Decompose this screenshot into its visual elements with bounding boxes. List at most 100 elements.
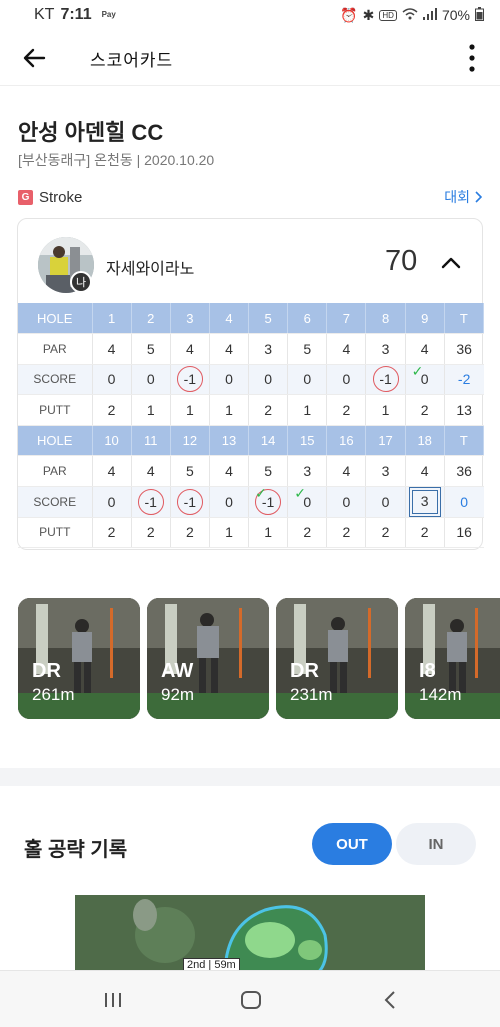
score-total-cell: 0	[444, 486, 484, 518]
battery-level: 70%	[441, 7, 470, 23]
hole-label: HOLE	[18, 425, 93, 457]
tournament-link-label: 대회	[444, 189, 470, 205]
recent-apps-button[interactable]	[100, 987, 126, 1013]
hole-cell: 8	[365, 303, 406, 335]
score-cell: 0	[131, 364, 171, 396]
putt-cell: 2	[248, 394, 289, 426]
hole-cell: 17	[365, 425, 406, 457]
putt-cell: 1	[365, 394, 406, 426]
score-cell: 0	[92, 364, 132, 396]
signal-icon	[422, 7, 437, 23]
score-total-cell: -2	[444, 364, 484, 396]
battery-icon	[475, 6, 484, 24]
score-cell: 0	[248, 364, 289, 396]
more-options-button[interactable]	[466, 42, 478, 74]
tab-out[interactable]: OUT	[312, 823, 392, 865]
mode-row: G Stroke 대회	[18, 186, 482, 208]
birdie-circle: -1	[372, 366, 399, 393]
home-button[interactable]	[238, 987, 264, 1013]
putt-cell: 1	[209, 394, 250, 426]
score-cell: 0	[365, 486, 406, 518]
check-icon: ✓	[411, 362, 424, 379]
back-score-row: SCORE 0 -1 -1 0 ✓ -1 ✓ 0 0 0 3 0	[18, 485, 484, 518]
shot-distance: 142m	[419, 685, 462, 704]
status-bar: KT 7:11 Pay ⏰ ✱ HD 70%	[0, 0, 500, 30]
shot-card[interactable]: DR 261m	[18, 598, 140, 719]
score-cell: 0	[209, 486, 250, 518]
hole-label: HOLE	[18, 303, 93, 335]
shot-card[interactable]: AW 92m	[147, 598, 269, 719]
hole-cell: 12	[170, 425, 210, 457]
course-map-image	[75, 895, 425, 975]
putt-cell: 1	[287, 394, 328, 426]
score-cell: 3	[405, 486, 445, 518]
score-label: SCORE	[18, 486, 93, 518]
player-name: 자세와이라노	[106, 261, 195, 278]
hole-cell: 13	[209, 425, 250, 457]
putt-label: PUTT	[18, 517, 93, 549]
par-cell: 4	[209, 333, 250, 365]
front-par-row: PAR 4 5 4 4 3 5 4 3 4 36	[18, 333, 484, 365]
alarm-icon: ⏰	[340, 6, 358, 23]
hole-cell: 2	[131, 303, 171, 335]
par-cell: 5	[248, 455, 289, 488]
par-cell: 36	[444, 333, 484, 365]
score-cell: 0	[326, 486, 367, 518]
bluetooth-icon: ✱	[362, 6, 375, 23]
total-score: 70	[385, 245, 418, 277]
score-cell: -1	[131, 486, 171, 518]
par-cell: 3	[365, 455, 406, 488]
score-cell: ✓ 0	[287, 485, 328, 518]
club-name: DR	[32, 660, 61, 682]
shot-distance: 261m	[32, 685, 75, 704]
recents-icon	[105, 993, 121, 1007]
putt-cell: 2	[92, 517, 132, 549]
par-cell: 4	[326, 455, 367, 488]
back-hole-row: HOLE 10 11 12 13 14 15 16 17 18 T	[18, 425, 485, 457]
score-cell: 0	[209, 364, 250, 396]
hole-cell: 15	[287, 425, 328, 457]
page-title: 스코어카드	[90, 51, 174, 70]
shot-carousel[interactable]: DR 261m AW 92m DR 231m I8 142m	[18, 598, 500, 720]
par-cell: 4	[170, 333, 210, 365]
par-cell: 5	[287, 333, 328, 365]
score-cell: 0	[287, 364, 328, 396]
score-cell: -1	[365, 364, 406, 396]
par-cell: 4	[131, 455, 171, 488]
hole-cell: 14	[248, 425, 289, 457]
check-icon: ✓	[294, 485, 306, 502]
putt-cell: 16	[444, 517, 484, 549]
wifi-icon	[402, 7, 418, 23]
back-button[interactable]	[20, 44, 48, 72]
par-cell: 36	[444, 455, 484, 488]
hole-map[interactable]: 2nd | 59m	[75, 895, 425, 975]
tab-in[interactable]: IN	[396, 823, 476, 865]
putt-cell: 2	[287, 517, 328, 549]
hd-icon: HD	[379, 9, 397, 21]
check-icon: ✓	[255, 485, 267, 502]
hole-cell: 18	[405, 425, 445, 457]
shot-card[interactable]: DR 231m	[276, 598, 398, 719]
shot-distance: 92m	[161, 685, 195, 704]
hole-cell: 11	[131, 425, 171, 457]
shot-card[interactable]: I8 142m	[405, 598, 500, 719]
hole-cell: 3	[170, 303, 210, 335]
hole-cell: 4	[209, 303, 250, 335]
system-back-button[interactable]	[378, 987, 404, 1013]
hole-cell: T	[444, 425, 485, 457]
chevron-right-icon	[475, 191, 482, 203]
tournament-link[interactable]: 대회	[444, 187, 482, 207]
collapse-button[interactable]	[438, 251, 464, 273]
par-cell: 4	[92, 455, 132, 488]
pay-icon: Pay	[101, 10, 116, 19]
hole-record-title: 홀 공략 기록	[24, 839, 128, 861]
par-cell: 5	[170, 455, 210, 488]
par-cell: 4	[326, 333, 367, 365]
score-cell: ✓ -1	[248, 485, 289, 518]
putt-cell: 2	[405, 394, 445, 426]
putt-cell: 2	[405, 517, 445, 549]
par-cell: 5	[131, 333, 171, 365]
par-cell: 3	[365, 333, 406, 365]
hole-cell: 1	[92, 303, 132, 335]
birdie-circle: -1	[176, 366, 203, 393]
